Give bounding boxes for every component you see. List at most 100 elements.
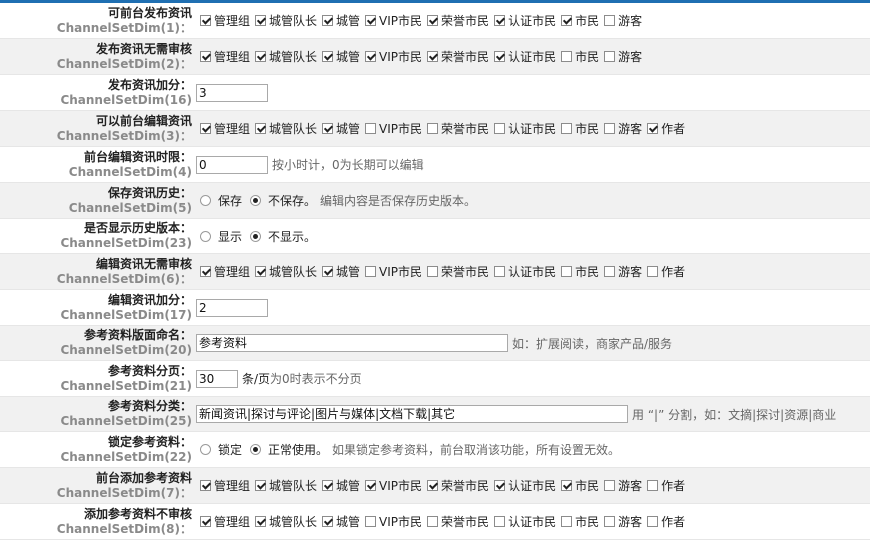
category-input[interactable]: 新闻资讯|探讨与评论|图片与媒体|文档下载|其它 — [196, 405, 628, 423]
role-option[interactable]: 城管 — [322, 48, 360, 65]
checkbox[interactable] — [255, 266, 267, 277]
checkbox[interactable] — [365, 480, 377, 491]
role-option[interactable]: 城管队长 — [255, 263, 317, 280]
role-option[interactable]: VIP市民 — [365, 48, 422, 65]
role-option[interactable]: 游客 — [604, 120, 642, 137]
checkbox[interactable] — [200, 516, 211, 527]
role-option[interactable]: VIP市民 — [365, 263, 422, 280]
role-option[interactable]: 管理组 — [200, 12, 250, 29]
checkbox[interactable] — [604, 51, 616, 62]
section-name-input[interactable]: 参考资料 — [196, 334, 508, 352]
role-option[interactable]: 城管 — [322, 120, 360, 137]
checkbox[interactable] — [604, 480, 616, 491]
time-limit-input[interactable]: 0 — [196, 155, 268, 174]
checkbox[interactable] — [200, 15, 211, 26]
checkbox[interactable] — [365, 15, 377, 26]
role-option[interactable]: 市民 — [561, 48, 599, 65]
author-option[interactable]: 作者 — [647, 513, 685, 530]
role-option[interactable]: 城管 — [322, 513, 360, 530]
checkbox[interactable] — [561, 51, 573, 62]
checkbox[interactable] — [604, 15, 616, 26]
role-option[interactable]: 游客 — [604, 477, 642, 494]
role-option[interactable]: 管理组 — [200, 120, 250, 137]
role-option[interactable]: 荣誉市民 — [427, 263, 489, 280]
radio[interactable] — [200, 444, 211, 455]
checkbox[interactable] — [255, 51, 267, 62]
checkbox[interactable] — [494, 15, 506, 26]
checkbox[interactable] — [561, 123, 573, 134]
checkbox[interactable] — [494, 516, 506, 527]
checkbox[interactable] — [200, 51, 211, 62]
role-option[interactable]: 荣誉市民 — [427, 513, 489, 530]
checkbox[interactable] — [322, 516, 334, 527]
checkbox[interactable] — [427, 15, 439, 26]
radio[interactable] — [250, 230, 262, 242]
role-option[interactable]: 城管队长 — [255, 12, 317, 29]
checkbox[interactable] — [647, 266, 659, 277]
radio-option[interactable]: 保存 — [196, 192, 242, 209]
author-option[interactable]: 作者 — [647, 263, 685, 280]
checkbox[interactable] — [561, 15, 573, 26]
role-option[interactable]: 市民 — [561, 120, 599, 137]
checkbox[interactable] — [494, 480, 506, 491]
author-option[interactable]: 作者 — [647, 120, 685, 137]
role-option[interactable]: 城管 — [322, 263, 360, 280]
role-option[interactable]: 城管 — [322, 477, 360, 494]
checkbox[interactable] — [561, 480, 573, 491]
role-option[interactable]: VIP市民 — [365, 120, 422, 137]
radio-option[interactable]: 锁定 — [196, 441, 242, 458]
role-option[interactable]: 管理组 — [200, 477, 250, 494]
checkbox[interactable] — [604, 516, 616, 527]
role-option[interactable]: 市民 — [561, 263, 599, 280]
role-option[interactable]: 认证市民 — [494, 263, 556, 280]
checkbox[interactable] — [647, 516, 659, 527]
checkbox[interactable] — [561, 266, 573, 277]
role-option[interactable]: 认证市民 — [494, 477, 556, 494]
radio-option[interactable]: 不保存。 — [246, 192, 316, 209]
checkbox[interactable] — [427, 266, 439, 277]
checkbox[interactable] — [647, 123, 659, 134]
radio[interactable] — [250, 195, 262, 206]
radio-option[interactable]: 不显示。 — [246, 228, 316, 245]
checkbox[interactable] — [200, 266, 211, 277]
role-option[interactable]: 认证市民 — [494, 120, 556, 137]
role-option[interactable]: 城管 — [322, 12, 360, 29]
checkbox[interactable] — [427, 516, 439, 527]
checkbox[interactable] — [255, 516, 267, 527]
checkbox[interactable] — [255, 480, 267, 491]
role-option[interactable]: 市民 — [561, 477, 599, 494]
role-option[interactable]: 游客 — [604, 48, 642, 65]
checkbox[interactable] — [322, 51, 334, 62]
points-input[interactable]: 3 — [196, 83, 268, 102]
checkbox[interactable] — [322, 123, 334, 134]
checkbox[interactable] — [494, 266, 506, 277]
checkbox[interactable] — [427, 51, 439, 62]
checkbox[interactable] — [322, 480, 334, 491]
radio[interactable] — [200, 195, 211, 206]
checkbox[interactable] — [427, 480, 439, 491]
role-option[interactable]: 市民 — [561, 12, 599, 29]
checkbox[interactable] — [255, 15, 267, 26]
checkbox[interactable] — [255, 123, 267, 134]
checkbox[interactable] — [561, 516, 573, 527]
checkbox[interactable] — [647, 480, 659, 491]
role-option[interactable]: 城管队长 — [255, 48, 317, 65]
checkbox[interactable] — [427, 123, 439, 134]
role-option[interactable]: 认证市民 — [494, 513, 556, 530]
role-option[interactable]: VIP市民 — [365, 513, 422, 530]
checkbox[interactable] — [200, 123, 211, 134]
checkbox[interactable] — [322, 15, 334, 26]
role-option[interactable]: 管理组 — [200, 513, 250, 530]
radio[interactable] — [200, 230, 211, 242]
role-option[interactable]: 管理组 — [200, 48, 250, 65]
checkbox[interactable] — [365, 123, 377, 134]
role-option[interactable]: VIP市民 — [365, 477, 422, 494]
role-option[interactable]: 游客 — [604, 513, 642, 530]
radio-option[interactable]: 正常使用。 — [246, 441, 328, 458]
role-option[interactable]: 游客 — [604, 12, 642, 29]
role-option[interactable]: 城管队长 — [255, 513, 317, 530]
role-option[interactable]: VIP市民 — [365, 12, 422, 29]
author-option[interactable]: 作者 — [647, 477, 685, 494]
role-option[interactable]: 管理组 — [200, 263, 250, 280]
role-option[interactable]: 认证市民 — [494, 48, 556, 65]
